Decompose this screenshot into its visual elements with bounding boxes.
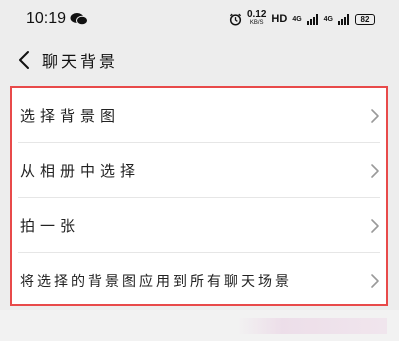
signal-1-icon	[306, 13, 318, 25]
apply-to-all-chats-item[interactable]: 将选择的背景图应用到所有聊天场景	[12, 253, 386, 308]
network-speed: 0.12 KB/S	[246, 9, 267, 27]
status-icons: 0.12 KB/S HD 4G 4G 82	[229, 9, 375, 29]
network-speed-value: 0.12	[246, 9, 267, 20]
hd-label: HD	[271, 13, 288, 25]
chevron-right-icon	[371, 218, 379, 233]
chevron-right-icon	[371, 163, 379, 178]
select-background-item[interactable]: 选择背景图	[12, 88, 386, 143]
page-title: 聊天背景	[42, 52, 119, 71]
signal-2-icon	[338, 13, 349, 25]
signal-1-label: 4G	[292, 15, 302, 23]
back-button[interactable]	[12, 46, 36, 74]
settings-list: 选择背景图 从相册中选择 拍一张 将选择的背景图应用到所有聊天场景	[10, 86, 388, 306]
battery-icon: 82	[355, 13, 375, 25]
alarm-icon	[229, 13, 242, 26]
status-bar: 10:19 0.12 KB/S HD 4G 4G 82	[0, 0, 399, 38]
list-item-label: 将选择的背景图应用到所有聊天场景	[20, 273, 292, 290]
list-item-label: 拍一张	[20, 217, 81, 235]
watermark	[237, 318, 387, 334]
status-time: 10:19	[26, 10, 67, 27]
network-speed-unit: KB/S	[249, 20, 264, 26]
wechat-icon	[70, 13, 88, 26]
chevron-right-icon	[371, 108, 379, 123]
take-photo-item[interactable]: 拍一张	[12, 198, 386, 253]
chevron-right-icon	[371, 273, 379, 288]
list-item-label: 选择背景图	[20, 107, 121, 125]
choose-from-album-item[interactable]: 从相册中选择	[12, 143, 386, 198]
list-item-label: 从相册中选择	[20, 162, 141, 180]
chevron-left-icon	[19, 51, 29, 69]
header: 聊天背景	[0, 38, 399, 82]
signal-2-label: 4G	[323, 15, 333, 23]
